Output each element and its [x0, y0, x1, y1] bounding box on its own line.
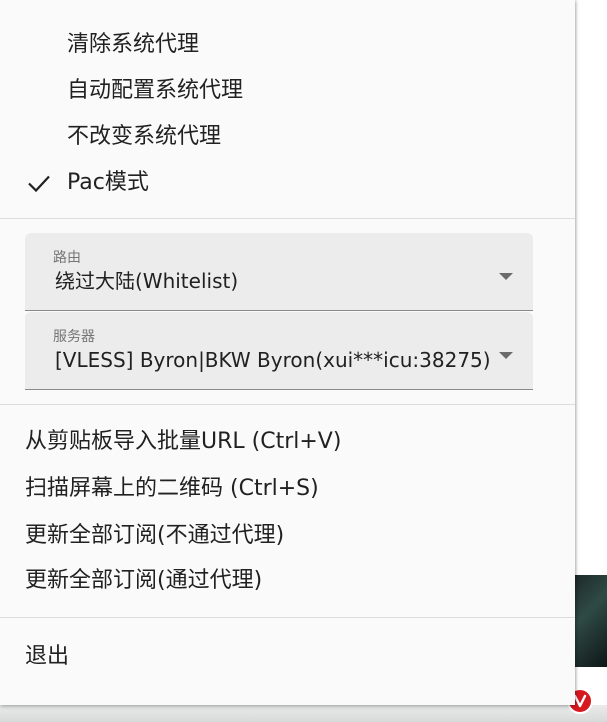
routing-select-label: 路由: [53, 250, 81, 266]
menu-divider: [0, 617, 575, 618]
dropdown-arrow-icon: [499, 273, 513, 280]
taskbar-strip: [0, 705, 607, 722]
menu-item-update-subscriptions-direct[interactable]: 更新全部订阅(不通过代理): [25, 522, 284, 550]
menu-item-scan-screen-qrcode[interactable]: 扫描屏幕上的二维码 (Ctrl+S): [25, 475, 319, 503]
routing-select[interactable]: 路由 绕过大陆(Whitelist): [25, 233, 533, 311]
check-icon: [28, 175, 50, 193]
tray-context-menu: 清除系统代理 自动配置系统代理 不改变系统代理 Pac模式 路由 绕过大陆(Wh…: [0, 0, 575, 705]
server-select[interactable]: 服务器 [VLESS] Byron|BKW Byron(xui***icu:38…: [25, 312, 533, 390]
menu-item-exit[interactable]: 退出: [25, 643, 69, 671]
routing-select-value: 绕过大陆(Whitelist): [55, 269, 239, 293]
server-select-label: 服务器: [53, 329, 95, 345]
menu-divider: [0, 404, 575, 405]
menu-divider: [0, 218, 575, 219]
dropdown-arrow-icon: [499, 352, 513, 359]
desktop-wallpaper-fragment: [575, 575, 607, 667]
menu-item-update-subscriptions-via-proxy[interactable]: 更新全部订阅(通过代理): [25, 567, 262, 595]
menu-item-pac-mode[interactable]: Pac模式: [67, 169, 149, 197]
screen: 清除系统代理 自动配置系统代理 不改变系统代理 Pac模式 路由 绕过大陆(Wh…: [0, 0, 607, 722]
menu-item-clear-system-proxy[interactable]: 清除系统代理: [67, 31, 199, 59]
menu-item-auto-config-system-proxy[interactable]: 自动配置系统代理: [67, 77, 243, 105]
menu-item-import-from-clipboard[interactable]: 从剪贴板导入批量URL (Ctrl+V): [25, 428, 341, 456]
menu-item-no-change-system-proxy[interactable]: 不改变系统代理: [67, 123, 221, 151]
server-select-value: [VLESS] Byron|BKW Byron(xui***icu:38275): [55, 348, 491, 372]
